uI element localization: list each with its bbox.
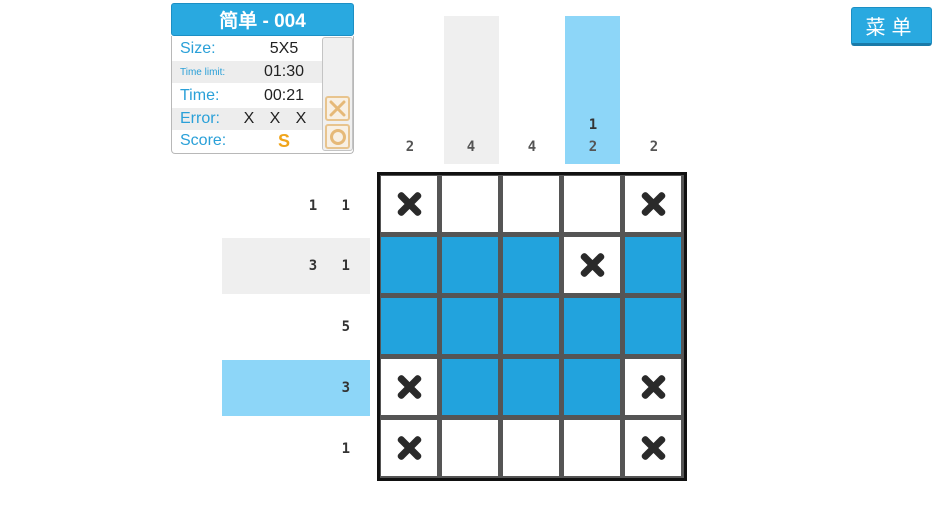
size-label: Size:	[180, 40, 216, 57]
cross-mark-icon	[396, 374, 422, 400]
grid-cell-r1-c4[interactable]	[564, 176, 620, 232]
grid-cell-r3-c3[interactable]	[503, 298, 559, 354]
row-clue-4: 3	[341, 380, 358, 396]
row-clue-3: 5	[341, 319, 358, 335]
puzzle-grid	[377, 172, 687, 481]
level-title: 简单 - 004	[171, 3, 354, 36]
grid-cell-r2-c1[interactable]	[381, 237, 437, 293]
column-clue-5: 2	[649, 139, 659, 155]
column-clue-2: 4	[466, 139, 476, 155]
time-row: Time: 00:21	[172, 85, 322, 107]
error-marks: X X X	[236, 110, 322, 128]
grid-cell-r2-c2[interactable]	[442, 237, 498, 293]
grid-cell-r5-c5[interactable]	[625, 420, 681, 476]
cross-mark-tool-icon[interactable]	[325, 96, 350, 121]
grid-cell-r4-c1[interactable]	[381, 359, 437, 415]
grid-cell-r5-c3[interactable]	[503, 420, 559, 476]
column-clue-1: 2	[405, 139, 415, 155]
score-value: S	[277, 130, 290, 151]
time-limit-row: Time limit: 01:30	[172, 61, 322, 83]
cross-mark-icon	[396, 191, 422, 217]
time-limit-value: 01:30	[263, 63, 305, 80]
column-clue-4-top: 1	[588, 117, 598, 133]
cross-mark-icon	[396, 435, 422, 461]
column-clue-4-bottom: 2	[588, 139, 598, 155]
score-row: Score: S	[172, 130, 322, 152]
grid-cell-r4-c3[interactable]	[503, 359, 559, 415]
time-value: 00:21	[263, 87, 305, 104]
size-row: Size: 5X5	[172, 38, 322, 60]
grid-cell-r4-c4[interactable]	[564, 359, 620, 415]
grid-cell-r3-c4[interactable]	[564, 298, 620, 354]
time-label: Time:	[180, 87, 220, 104]
score-label: Score:	[180, 132, 227, 149]
tool-strip	[322, 37, 353, 151]
cross-mark-icon	[640, 374, 666, 400]
error-row: Error: X X X	[172, 108, 322, 130]
cross-mark-icon	[640, 435, 666, 461]
error-label: Error:	[180, 110, 220, 127]
grid-cell-r3-c2[interactable]	[442, 298, 498, 354]
grid-cell-r4-c2[interactable]	[442, 359, 498, 415]
grid-cell-r1-c1[interactable]	[381, 176, 437, 232]
error-mark: X	[269, 110, 281, 127]
grid-cell-r2-c5[interactable]	[625, 237, 681, 293]
grid-cell-r2-c3[interactable]	[503, 237, 559, 293]
info-panel: 简单 - 004 Size: 5X5 Time limit: 01:30 Tim…	[171, 3, 356, 154]
time-limit-label: Time limit:	[180, 66, 226, 78]
grid-cell-r3-c5[interactable]	[625, 298, 681, 354]
size-value: 5X5	[269, 40, 299, 57]
row-clue-1: 1 1	[308, 198, 358, 214]
cross-mark-icon	[579, 252, 605, 278]
circle-tool-icon[interactable]	[325, 124, 350, 149]
column-clue-3: 4	[527, 139, 537, 155]
error-mark: X	[295, 110, 307, 127]
row-clue-5: 1	[341, 441, 358, 457]
grid-cell-r1-c3[interactable]	[503, 176, 559, 232]
grid-cell-r1-c2[interactable]	[442, 176, 498, 232]
grid-cell-r2-c4[interactable]	[564, 237, 620, 293]
grid-cell-r1-c5[interactable]	[625, 176, 681, 232]
grid-cell-r5-c1[interactable]	[381, 420, 437, 476]
menu-button[interactable]: 菜单	[851, 7, 932, 46]
grid-cell-r4-c5[interactable]	[625, 359, 681, 415]
error-mark: X	[243, 110, 255, 127]
grid-cell-r3-c1[interactable]	[381, 298, 437, 354]
row-clue-2: 3 1	[308, 258, 358, 274]
grid-cell-r5-c2[interactable]	[442, 420, 498, 476]
grid-cell-r5-c4[interactable]	[564, 420, 620, 476]
cross-mark-icon	[640, 191, 666, 217]
